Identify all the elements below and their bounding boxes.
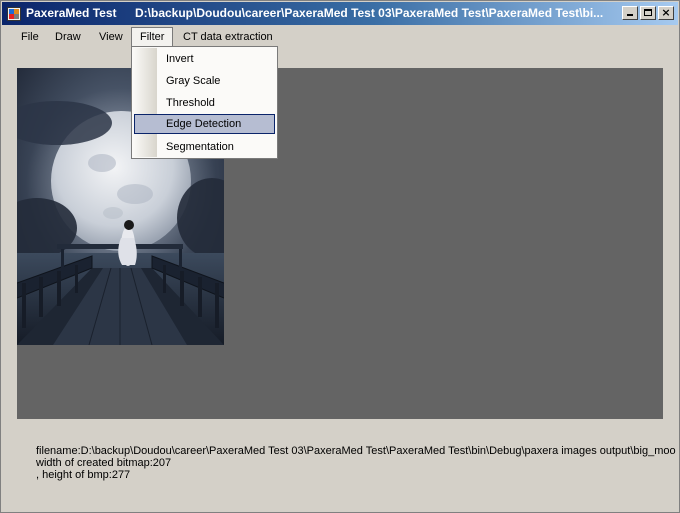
menu-ct-data-extraction[interactable]: CT data extraction bbox=[175, 27, 281, 47]
menu-item-threshold[interactable]: Threshold bbox=[134, 93, 275, 113]
menu-draw[interactable]: Draw bbox=[47, 27, 89, 47]
main-window: PaxeraMed Test D:\backup\Doudou\career\P… bbox=[0, 0, 680, 513]
menu-item-segmentation[interactable]: Segmentation bbox=[134, 137, 275, 157]
menu-file[interactable]: File bbox=[13, 27, 47, 47]
maximize-icon bbox=[644, 9, 652, 16]
menu-item-edge-detection[interactable]: Edge Detection bbox=[134, 114, 275, 134]
image-canvas[interactable] bbox=[17, 68, 663, 419]
window-title-path: D:\backup\Doudou\career\PaxeraMed Test 0… bbox=[135, 6, 604, 20]
minimize-button[interactable] bbox=[622, 6, 638, 20]
filename-text: filename:D:\backup\Doudou\career\PaxeraM… bbox=[36, 445, 676, 457]
menu-view[interactable]: View bbox=[91, 27, 131, 47]
menu-filter[interactable]: Filter bbox=[131, 27, 174, 47]
window-title-app: PaxeraMed Test bbox=[26, 6, 117, 20]
minimize-icon bbox=[627, 14, 633, 16]
menu-item-invert[interactable]: Invert bbox=[134, 49, 275, 69]
menu-bar: File Draw View Filter CT data extraction bbox=[2, 26, 678, 48]
bitmap-height-text: , height of bmp:277 bbox=[36, 469, 131, 481]
app-icon[interactable] bbox=[7, 7, 21, 21]
menu-item-gray-scale[interactable]: Gray Scale bbox=[134, 71, 275, 91]
image-info-label: filename:D:\backup\Doudou\career\PaxeraM… bbox=[36, 445, 676, 481]
window-controls: × bbox=[622, 6, 674, 20]
maximize-button[interactable] bbox=[640, 6, 656, 20]
close-button[interactable]: × bbox=[658, 6, 674, 20]
close-icon: × bbox=[661, 6, 671, 19]
title-bar[interactable]: PaxeraMed Test D:\backup\Doudou\career\P… bbox=[2, 2, 678, 25]
filter-dropdown-menu: Invert Gray Scale Threshold Edge Detecti… bbox=[131, 46, 278, 159]
bitmap-width-text: width of created bitmap:207 bbox=[36, 457, 172, 469]
